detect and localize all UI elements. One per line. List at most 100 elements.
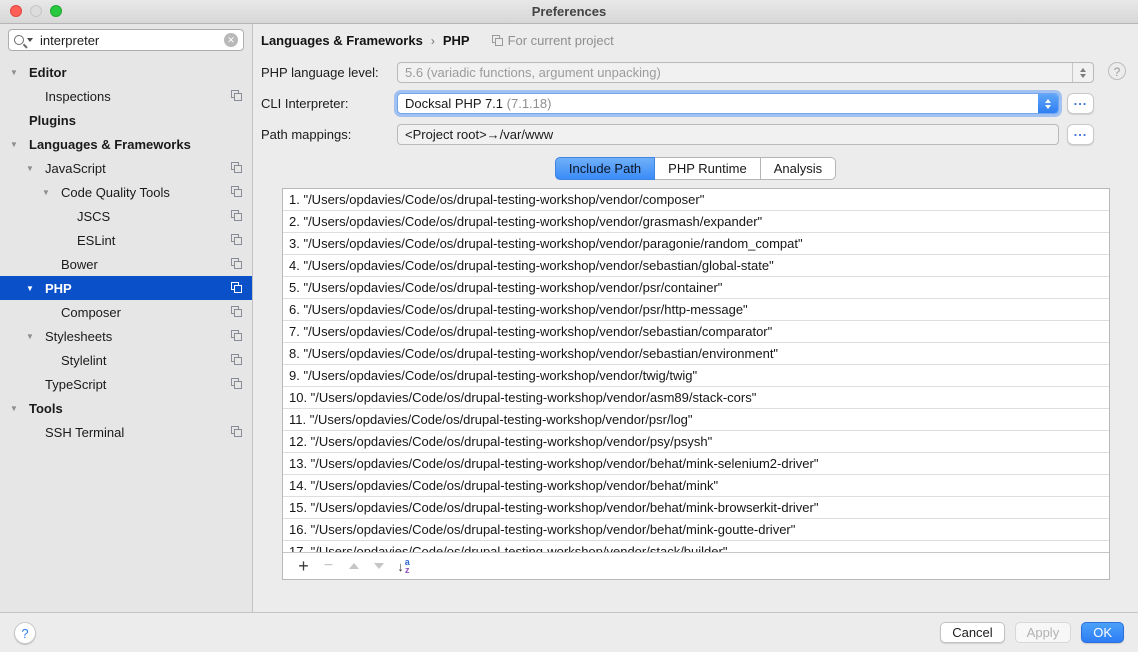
zoom-window-icon[interactable] [50,5,62,17]
search-input[interactable] [38,32,224,49]
sidebar-item-javascript[interactable]: ▼JavaScript [0,156,252,180]
include-path-row[interactable]: 6. "/Users/opdavies/Code/os/drupal-testi… [283,299,1109,321]
sidebar-item-label: Tools [29,401,63,416]
sidebar-item-label: Code Quality Tools [61,185,170,200]
traffic-lights [10,5,62,17]
sidebar-item-php[interactable]: ▼PHP [0,276,252,300]
per-project-settings-icon [231,306,242,317]
breadcrumb-parent: Languages & Frameworks [261,33,423,48]
sidebar-item-jscs[interactable]: JSCS [0,204,252,228]
include-path-row[interactable]: 13. "/Users/opdavies/Code/os/drupal-test… [283,453,1109,475]
sidebar-item-composer[interactable]: Composer [0,300,252,324]
expand-arrow-icon[interactable]: ▼ [26,332,45,341]
per-project-settings-icon [231,162,242,173]
search-options-chevron-icon[interactable] [27,38,33,42]
add-path-button[interactable]: + [291,553,316,579]
include-path-row[interactable]: 17. "/Users/opdavies/Code/os/drupal-test… [283,541,1109,552]
per-project-settings-icon [231,258,242,269]
sidebar-item-label: PHP [45,281,72,296]
tab-include-path[interactable]: Include Path [555,157,655,180]
include-path-row[interactable]: 11. "/Users/opdavies/Code/os/drupal-test… [283,409,1109,431]
dropdown-stepper-icon[interactable] [1038,94,1058,113]
edit-path-mappings-button[interactable]: ... [1067,124,1094,145]
expand-arrow-icon[interactable]: ▼ [10,404,29,413]
cli-interpreter-dropdown[interactable]: Docksal PHP 7.1 (7.1.18) [397,93,1059,114]
scope-label: For current project [508,33,614,48]
path-mappings-field[interactable]: <Project root>→/var/www [397,124,1059,145]
sidebar-item-inspections[interactable]: Inspections [0,84,252,108]
sidebar-item-label: Plugins [29,113,76,128]
per-project-settings-icon [231,234,242,245]
include-path-row[interactable]: 15. "/Users/opdavies/Code/os/drupal-test… [283,497,1109,519]
browse-interpreters-button[interactable]: ... [1067,93,1094,114]
sidebar-item-stylesheets[interactable]: ▼Stylesheets [0,324,252,348]
include-path-row[interactable]: 5. "/Users/opdavies/Code/os/drupal-testi… [283,277,1109,299]
ok-button[interactable]: OK [1081,622,1124,643]
sidebar-item-label: JSCS [77,209,110,224]
include-path-row[interactable]: 4. "/Users/opdavies/Code/os/drupal-testi… [283,255,1109,277]
include-path-panel: 1. "/Users/opdavies/Code/os/drupal-testi… [282,188,1110,580]
include-path-row[interactable]: 10. "/Users/opdavies/Code/os/drupal-test… [283,387,1109,409]
title-bar: Preferences [0,0,1138,24]
language-level-dropdown[interactable]: 5.6 (variadic functions, argument unpack… [397,62,1094,83]
cancel-button[interactable]: Cancel [940,622,1004,643]
minimize-window-icon[interactable] [30,5,42,17]
include-path-row[interactable]: 8. "/Users/opdavies/Code/os/drupal-testi… [283,343,1109,365]
sidebar-item-editor[interactable]: ▼Editor [0,60,252,84]
expand-arrow-icon[interactable]: ▼ [10,68,29,77]
tab-php-runtime[interactable]: PHP Runtime [655,157,761,180]
path-mappings-label: Path mappings: [261,127,397,142]
per-project-settings-icon [231,210,242,221]
dropdown-stepper-icon[interactable] [1072,63,1093,82]
tab-analysis[interactable]: Analysis [761,157,836,180]
settings-search-box[interactable]: ✕ [8,29,244,51]
include-path-row[interactable]: 3. "/Users/opdavies/Code/os/drupal-testi… [283,233,1109,255]
per-project-settings-icon [231,330,242,341]
include-path-row[interactable]: 1. "/Users/opdavies/Code/os/drupal-testi… [283,189,1109,211]
sidebar-item-label: JavaScript [45,161,106,176]
settings-tree: ▼EditorInspectionsPlugins▼Languages & Fr… [0,60,252,444]
sidebar-item-eslint[interactable]: ESLint [0,228,252,252]
sidebar-item-tools[interactable]: ▼Tools [0,396,252,420]
apply-button[interactable]: Apply [1015,622,1072,643]
expand-arrow-icon[interactable]: ▼ [26,284,45,293]
context-help-icon[interactable]: ? [1108,62,1126,80]
sidebar-item-label: Stylelint [61,353,107,368]
sort-az-icon: ↓ az [397,558,410,574]
include-path-row[interactable]: 16. "/Users/opdavies/Code/os/drupal-test… [283,519,1109,541]
include-path-row[interactable]: 14. "/Users/opdavies/Code/os/drupal-test… [283,475,1109,497]
include-path-row[interactable]: 9. "/Users/opdavies/Code/os/drupal-testi… [283,365,1109,387]
per-project-settings-icon [231,186,242,197]
expand-arrow-icon[interactable]: ▼ [10,140,29,149]
remove-path-button[interactable]: − [316,553,341,579]
sidebar-item-label: Stylesheets [45,329,112,344]
sidebar-item-languages-frameworks[interactable]: ▼Languages & Frameworks [0,132,252,156]
search-icon [14,35,24,45]
sidebar-item-bower[interactable]: Bower [0,252,252,276]
expand-arrow-icon[interactable]: ▼ [42,188,61,197]
clear-search-icon[interactable]: ✕ [224,33,238,47]
per-project-settings-icon [231,282,242,293]
per-project-settings-icon [231,426,242,437]
close-window-icon[interactable] [10,5,22,17]
sidebar-item-plugins[interactable]: Plugins [0,108,252,132]
sidebar-item-typescript[interactable]: TypeScript [0,372,252,396]
sidebar-item-code-quality-tools[interactable]: ▼Code Quality Tools [0,180,252,204]
include-path-list: 1. "/Users/opdavies/Code/os/drupal-testi… [283,189,1109,552]
include-path-row[interactable]: 12. "/Users/opdavies/Code/os/drupal-test… [283,431,1109,453]
sort-alphabetically-button[interactable]: ↓ az [391,553,416,579]
scope-indicator: For current project [492,33,614,48]
sidebar-item-label: Languages & Frameworks [29,137,191,152]
window-title: Preferences [0,0,1138,23]
dialog-footer: ? Cancel Apply OK [0,612,1138,652]
include-path-row[interactable]: 7. "/Users/opdavies/Code/os/drupal-testi… [283,321,1109,343]
help-button[interactable]: ? [14,622,36,644]
expand-arrow-icon[interactable]: ▼ [26,164,45,173]
move-down-button[interactable] [366,553,391,579]
include-path-row[interactable]: 2. "/Users/opdavies/Code/os/drupal-testi… [283,211,1109,233]
move-up-button[interactable] [341,553,366,579]
sidebar-item-stylelint[interactable]: Stylelint [0,348,252,372]
php-settings-tabs: Include PathPHP RuntimeAnalysis [253,157,1138,180]
sidebar-item-label: Inspections [45,89,111,104]
sidebar-item-ssh-terminal[interactable]: SSH Terminal [0,420,252,444]
